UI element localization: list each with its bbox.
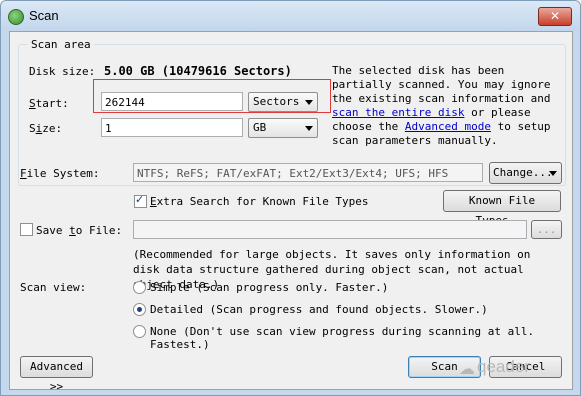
start-input[interactable]: 262144 xyxy=(101,92,243,111)
scan-window: Scan ✕ Scan area Disk size: 5.00 GB (104… xyxy=(0,0,581,396)
scan-info-text: The selected disk has been partially sca… xyxy=(332,64,557,148)
watermark-text: qeader xyxy=(477,357,530,376)
chevron-down-icon xyxy=(549,171,557,176)
close-button[interactable]: ✕ xyxy=(538,7,572,26)
chevron-down-icon xyxy=(305,126,313,131)
watermark-icon: ☁ xyxy=(459,359,475,378)
scan-area-title: Scan area xyxy=(28,38,94,51)
save-to-file-checkbox[interactable] xyxy=(20,223,33,236)
close-icon: ✕ xyxy=(549,9,561,23)
known-file-types-button[interactable]: Known File Types... xyxy=(443,190,561,227)
advanced-button[interactable]: Advanced >> xyxy=(20,356,93,393)
save-to-file-label[interactable]: Save to File: xyxy=(36,224,122,237)
extra-search-checkbox[interactable] xyxy=(134,193,147,208)
dialog-body: Scan area Disk size: 5.00 GB (10479616 S… xyxy=(9,31,573,393)
app-icon xyxy=(8,9,24,25)
size-unit-select[interactable]: GB xyxy=(248,118,318,138)
disk-size-value: 5.00 GB (10479616 Sectors) xyxy=(104,64,292,78)
size-label: Size: xyxy=(29,122,63,135)
scan-view-detailed-label[interactable]: Detailed (Scan progress and found object… xyxy=(150,303,488,316)
save-to-file-path-input[interactable] xyxy=(133,220,527,239)
scan-view-none-radio[interactable] xyxy=(133,325,146,338)
window-title: Scan xyxy=(29,8,59,23)
size-unit-value: GB xyxy=(253,121,267,134)
scan-view-simple-radio[interactable] xyxy=(133,281,146,294)
scan-view-detailed-radio[interactable] xyxy=(133,303,146,316)
extra-search-label[interactable]: Extra Search for Known File Types xyxy=(150,195,369,208)
start-unit-select[interactable]: Sectors xyxy=(248,92,318,112)
change-button[interactable]: Change... xyxy=(489,162,562,184)
info-text-part1: The selected disk has been partially sca… xyxy=(332,64,551,105)
scan-view-simple-label[interactable]: Simple (Scan progress only. Faster.) xyxy=(150,281,388,294)
start-label: Start: xyxy=(29,97,69,110)
chevron-down-icon xyxy=(305,100,313,105)
scan-view-none-label[interactable]: None (Don't use scan view progress durin… xyxy=(150,325,572,351)
size-input[interactable]: 1 xyxy=(101,118,243,137)
start-unit-value: Sectors xyxy=(253,95,300,108)
disk-size-label: Disk size: xyxy=(29,65,96,78)
advanced-mode-link[interactable]: Advanced mode xyxy=(405,120,491,133)
file-system-label: File System: xyxy=(20,167,100,180)
title-bar[interactable]: Scan ✕ xyxy=(1,1,580,31)
browse-button[interactable]: ... xyxy=(531,220,562,239)
change-button-label: Change... xyxy=(493,166,553,179)
file-system-field: NTFS; ReFS; FAT/exFAT; Ext2/Ext3/Ext4; U… xyxy=(133,163,483,182)
scan-view-label: Scan view: xyxy=(20,281,87,294)
scan-entire-disk-link[interactable]: scan the entire disk xyxy=(332,106,464,119)
